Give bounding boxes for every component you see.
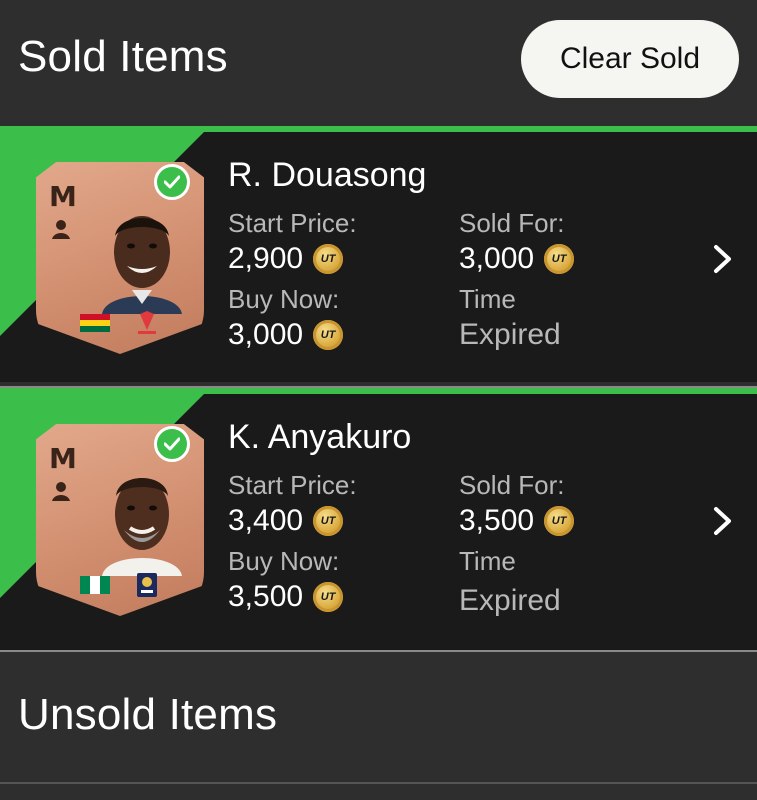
coin-icon: UT [544,244,575,274]
start-price-value: 2,900 UT [228,242,344,276]
sold-item-row[interactable]: M K. Anyakuro Start Price: 3,400 UT Buy … [0,388,757,650]
time-label: Time [459,546,516,576]
chemistry-icon [52,220,70,239]
sold-for-value: 3,500 UT [459,504,575,538]
time-value: Expired [459,318,561,351]
sold-for-amount: 3,500 [459,504,535,537]
league-logo-icon [138,311,156,334]
buy-now-amount: 3,500 [228,580,304,613]
start-price-value: 3,400 UT [228,504,344,538]
player-portrait [102,216,182,314]
sold-for-label: Sold For: [459,208,565,238]
coin-icon: UT [313,244,344,274]
coin-icon: UT [313,320,344,350]
ghana-flag [80,314,110,332]
buy-now-value: 3,000 UT [228,318,344,352]
coin-icon: UT [544,506,575,536]
start-price-amount: 2,900 [228,242,304,275]
sold-items-title: Sold Items [18,32,228,81]
time-value: Expired [459,584,561,617]
chevron-right-icon[interactable] [710,244,736,274]
player-name: R. Douasong [228,156,427,194]
start-price-amount: 3,400 [228,504,304,537]
buy-now-label: Buy Now: [228,546,340,576]
check-icon [154,164,190,200]
unsold-items-title: Unsold Items [18,690,278,739]
player-name: K. Anyakuro [228,418,412,456]
card-position: M [49,442,77,475]
buy-now-value: 3,500 UT [228,580,344,614]
coin-icon: UT [313,582,344,612]
sold-for-amount: 3,000 [459,242,535,275]
league-logo-icon [137,573,157,597]
buy-now-amount: 3,000 [228,318,304,351]
unsold-items-header: Unsold Items [0,652,757,782]
sold-for-label: Sold For: [459,470,565,500]
start-price-label: Start Price: [228,470,357,500]
chemistry-icon [52,482,70,501]
nigeria-flag [80,576,110,594]
clear-sold-button[interactable]: Clear Sold [521,20,739,98]
start-price-label: Start Price: [228,208,357,238]
sold-for-value: 3,000 UT [459,242,575,276]
coin-icon: UT [313,506,344,536]
sold-items-header: Sold Items Clear Sold [0,0,757,125]
chevron-right-icon[interactable] [710,506,736,536]
time-label: Time [459,284,516,314]
sold-item-row[interactable]: M R. Douasong Start Price: 2,900 UT Buy … [0,126,757,382]
buy-now-label: Buy Now: [228,284,340,314]
card-position: M [49,180,77,213]
check-icon [154,426,190,462]
player-portrait [102,478,182,576]
bottom-divider [0,782,757,784]
